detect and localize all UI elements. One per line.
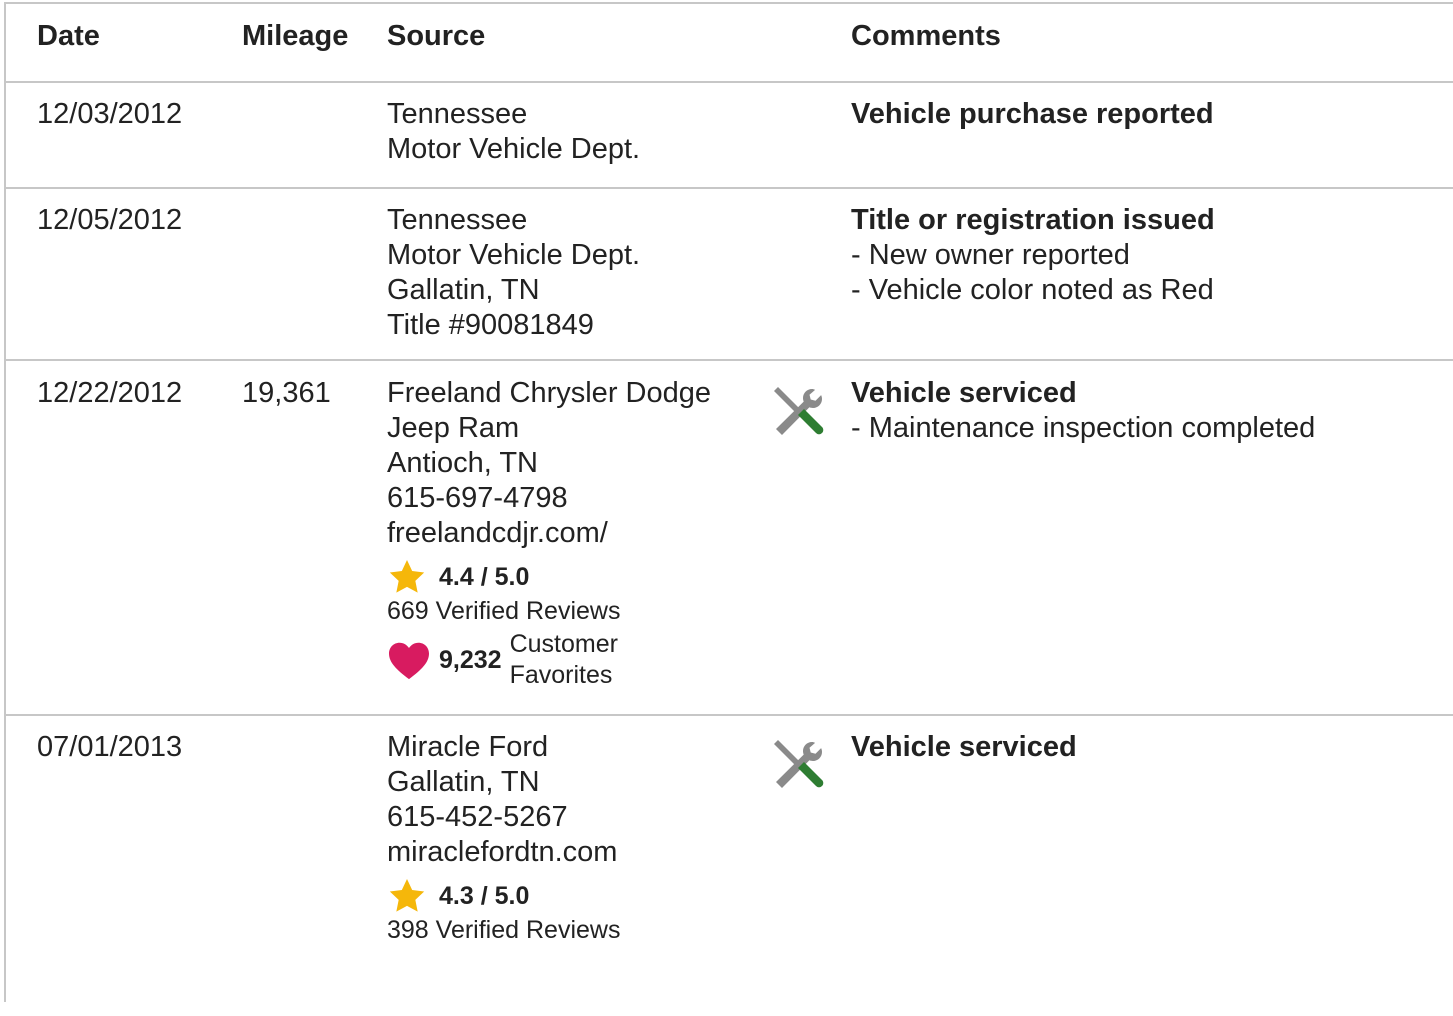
heart-icon (389, 642, 429, 680)
table-row: 07/01/2013 Miracle Ford Gallatin, TN 615… (6, 716, 1453, 1016)
dealer-website-link[interactable]: freelandcdjr.com/ (387, 516, 711, 551)
record-date: 12/22/2012 (37, 377, 183, 409)
table-row: 12/05/2012 Tennessee Motor Vehicle Dept.… (6, 189, 1453, 361)
record-source: Tennessee Motor Vehicle Dept. Gallatin, … (387, 203, 640, 343)
verified-reviews-link[interactable]: 669 Verified Reviews (387, 595, 711, 627)
table-header-row: Date Mileage Source Comments (6, 4, 1453, 83)
record-source: Miracle Ford Gallatin, TN 615-452-5267 m… (387, 730, 620, 946)
rating-score: 4.4 / 5.0 (439, 562, 530, 591)
record-date: 12/03/2012 (37, 98, 183, 130)
comment-title: Vehicle purchase reported (851, 98, 1214, 130)
source-line: Jeep Ram (387, 412, 520, 444)
record-comments: Vehicle purchase reported (851, 97, 1214, 132)
comment-title: Vehicle serviced (851, 377, 1077, 409)
source-line: Freeland Chrysler Dodge (387, 377, 711, 409)
header-source: Source (387, 20, 486, 52)
service-icon-cell (768, 738, 828, 805)
record-source: Freeland Chrysler Dodge Jeep Ram Antioch… (387, 376, 711, 691)
header-comments: Comments (851, 20, 1001, 52)
source-line: Motor Vehicle Dept. (387, 239, 641, 271)
record-date: 12/05/2012 (37, 204, 183, 236)
service-tools-icon (774, 740, 824, 788)
record-date: 07/01/2013 (37, 731, 183, 763)
record-comments: Title or registration issued - New owner… (851, 203, 1215, 308)
customer-favorites: 9,232 Customer Favorites (387, 629, 711, 691)
record-mileage: 19,361 (242, 377, 331, 409)
source-line: Tennessee (387, 98, 528, 130)
favorites-count: 9,232 (439, 645, 502, 674)
favorites-label-line: Favorites (509, 661, 613, 689)
source-line: Gallatin, TN (387, 274, 540, 306)
verified-reviews-link[interactable]: 398 Verified Reviews (387, 914, 620, 946)
service-icon-cell (768, 385, 828, 452)
table-row: 12/22/2012 19,361 Freeland Chrysler Dodg… (6, 361, 1453, 716)
source-line: Tennessee (387, 204, 528, 236)
star-icon (389, 560, 425, 593)
service-tools-icon (774, 387, 824, 435)
source-line: Title #90081849 (387, 309, 594, 341)
comment-detail: - Maintenance inspection completed (851, 412, 1316, 444)
table-row: 12/03/2012 Tennessee Motor Vehicle Dept.… (6, 83, 1453, 189)
source-line: 615-697-4798 (387, 482, 568, 514)
header-mileage: Mileage (242, 20, 349, 52)
source-line: Motor Vehicle Dept. (387, 133, 641, 165)
star-icon (389, 879, 425, 912)
source-line: Miracle Ford (387, 731, 549, 763)
record-comments: Vehicle serviced - Maintenance inspectio… (851, 376, 1315, 446)
record-comments: Vehicle serviced (851, 730, 1077, 765)
source-line: Antioch, TN (387, 447, 538, 479)
source-line: Gallatin, TN (387, 766, 540, 798)
source-line: 615-452-5267 (387, 801, 568, 833)
header-date: Date (37, 20, 100, 52)
dealer-rating: 4.3 / 5.0 (387, 878, 620, 914)
comment-title: Title or registration issued (851, 204, 1215, 236)
dealer-rating: 4.4 / 5.0 (387, 559, 711, 595)
comment-detail: - New owner reported (851, 239, 1130, 271)
favorites-label-line: Customer (509, 630, 618, 658)
comment-detail: - Vehicle color noted as Red (851, 274, 1214, 306)
dealer-website-link[interactable]: miraclefordtn.com (387, 835, 620, 870)
favorites-label: Customer Favorites (510, 629, 618, 691)
record-source: Tennessee Motor Vehicle Dept. (387, 97, 640, 167)
comment-title: Vehicle serviced (851, 731, 1077, 763)
rating-score: 4.3 / 5.0 (439, 881, 530, 910)
